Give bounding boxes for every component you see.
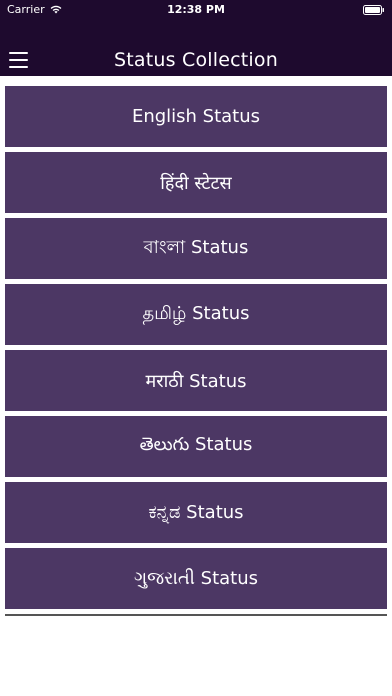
english-status-button[interactable]: English Status [5, 86, 387, 147]
page-title: Status Collection [114, 49, 278, 71]
hindi-status-button[interactable]: हिंदी स्टेटस [5, 152, 387, 213]
top-bar: Carrier 12:38 PM Status Collection [0, 0, 392, 76]
list-divider [5, 614, 387, 616]
gujarati-status-button[interactable]: ગુજરાતી Status [5, 548, 387, 609]
status-category-list: English Status हिंदी स्टेटस বাংলা Status… [5, 86, 387, 614]
battery-icon [363, 5, 384, 15]
tamil-status-button[interactable]: தமிழ் Status [5, 284, 387, 345]
bengali-status-button[interactable]: বাংলা Status [5, 218, 387, 279]
clock: 12:38 PM [167, 3, 225, 16]
kannada-status-button[interactable]: ಕನ್ನಡ Status [5, 482, 387, 543]
navigation-bar: Status Collection [0, 44, 392, 76]
status-bar: Carrier 12:38 PM [0, 0, 392, 20]
marathi-status-button[interactable]: मराठी Status [5, 350, 387, 411]
telugu-status-button[interactable]: తెలుగు Status [5, 416, 387, 477]
